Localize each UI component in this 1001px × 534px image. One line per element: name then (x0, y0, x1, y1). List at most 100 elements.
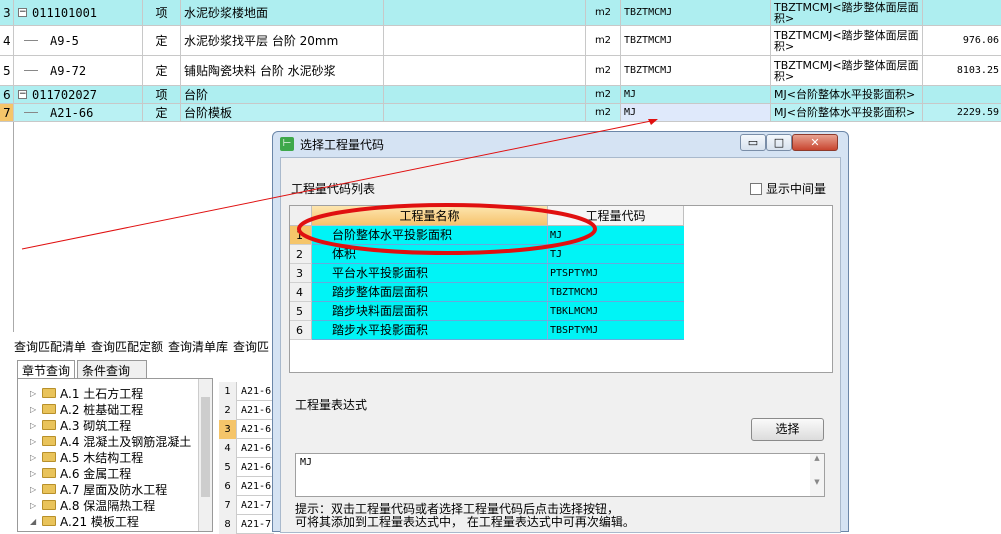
row-index: 5 (290, 302, 312, 321)
scrollbar-thumb[interactable] (201, 397, 210, 497)
row-code-cell: −011101001 (14, 0, 143, 25)
tree-item[interactable]: ▷ A.8 保温隔热工程 (30, 497, 155, 513)
table-row[interactable]: 6 −011702027 项 台阶 m2 MJ MJ<台阶整体水平投影面积> (0, 86, 1001, 104)
expand-icon[interactable]: ▷ (30, 501, 42, 510)
list-item[interactable]: 1 A21-6 (219, 382, 274, 401)
expression-input[interactable]: MJ ▲ ▼ (295, 453, 825, 497)
quota-code: A21-6 (241, 386, 272, 397)
table-row[interactable]: 4 踏步整体面层面积 TBZTMCMJ (290, 283, 684, 302)
row-qty-code[interactable]: MJ (621, 104, 771, 121)
expand-icon[interactable]: ▷ (30, 421, 42, 430)
tree-scrollbar[interactable] (198, 379, 212, 531)
row-index: 4 (219, 439, 237, 458)
tab-chapter-query[interactable]: 章节查询 (17, 360, 75, 379)
row-type: 定 (143, 104, 181, 121)
list-item[interactable]: 7 A21-7 (219, 496, 274, 515)
tree-item[interactable]: ▷ A.2 桩基础工程 (30, 401, 143, 417)
maximize-button[interactable]: □ (766, 134, 792, 151)
dialog-titlebar[interactable]: ⊢ 选择工程量代码 ▭ □ ✕ (273, 132, 848, 156)
table-row[interactable]: 4 A9-5 定 水泥砂浆找平层 台阶 20mm m2 TBZTMCMJ TBZ… (0, 26, 1001, 56)
header-qty-name[interactable]: 工程量名称 (312, 206, 548, 226)
list-item[interactable]: 4 A21-6 (219, 439, 274, 458)
scroll-up-icon[interactable]: ▲ (810, 454, 824, 462)
tree-connector (24, 40, 38, 41)
checkbox-icon[interactable] (750, 182, 762, 195)
qty-code: TBSPTYMJ (548, 321, 684, 340)
tree-item[interactable]: ▷ A.6 金属工程 (30, 465, 131, 481)
pane-divider (13, 122, 14, 332)
header-qty-code[interactable]: 工程量代码 (548, 206, 684, 226)
qty-code: MJ (548, 226, 684, 245)
collapse-icon[interactable]: − (18, 90, 27, 99)
row-index: 4 (0, 26, 14, 55)
table-row[interactable]: 5 A9-72 定 铺贴陶瓷块料 台阶 水泥砂浆 m2 TBZTMCMJ TBZ… (0, 56, 1001, 86)
tree-item-label: A.6 金属工程 (60, 466, 132, 481)
show-middle-checkbox[interactable]: 显示中间量 (750, 180, 826, 197)
tab-match-bill[interactable]: 查询匹配清单 (14, 340, 86, 354)
list-item[interactable]: 2 A21-6 (219, 401, 274, 420)
expand-icon[interactable]: ▷ (30, 389, 42, 398)
quota-code: A21-6 (241, 481, 272, 492)
select-button[interactable]: 选择 (751, 418, 824, 441)
expand-icon[interactable]: ▷ (30, 453, 42, 462)
tree-item-label: A.5 木结构工程 (60, 450, 144, 465)
tree-item[interactable]: ▷ A.4 混凝土及钢筋混凝土 (30, 433, 191, 449)
list-item[interactable]: 8 A21-7 (219, 515, 274, 534)
qty-name: 平台水平投影面积 (312, 264, 548, 283)
table-row[interactable]: 3 −011101001 项 水泥砂浆楼地面 m2 TBZTMCMJ TBZTM… (0, 0, 1001, 26)
list-item[interactable]: 5 A21-6 (219, 458, 274, 477)
row-qty-code: MJ (621, 86, 771, 103)
folder-icon (42, 420, 56, 430)
tree-item-label: A.4 混凝土及钢筋混凝土 (60, 434, 192, 449)
row-unit: m2 (586, 56, 621, 85)
table-row[interactable]: 1 台阶整体水平投影面积 MJ (290, 226, 684, 245)
row-index: 3 (290, 264, 312, 283)
tree-item-label: A.21 模板工程 (60, 514, 139, 529)
tab-match-quota[interactable]: 查询匹配定额 (91, 340, 163, 354)
row-code: 011702027 (32, 87, 98, 102)
tree-item[interactable]: ▷ A.7 屋面及防水工程 (30, 481, 167, 497)
tree-item[interactable]: ◢ A.21 模板工程 (30, 513, 139, 529)
table-row[interactable]: 2 体积 TJ (290, 245, 684, 264)
row-code: A9-72 (50, 63, 87, 78)
tab-bill-library[interactable]: 查询清单库 (168, 340, 228, 354)
row-code-cell: A21-66 (14, 104, 143, 121)
tab-query-more[interactable]: 查询匹 (233, 340, 269, 354)
list-item[interactable]: 3 A21-6 (219, 420, 274, 439)
row-type: 定 (143, 56, 181, 85)
folder-open-icon (42, 516, 56, 526)
tab-condition-query[interactable]: 条件查询 (77, 360, 147, 379)
expand-icon[interactable]: ▷ (30, 405, 42, 414)
table-row[interactable]: 5 踏步块料面层面积 TBKLMCMJ (290, 302, 684, 321)
close-button[interactable]: ✕ (792, 134, 838, 151)
row-unit: m2 (586, 26, 621, 55)
collapse-triangle-icon[interactable]: ◢ (30, 517, 42, 526)
row-qty-code: TBZTMCMJ (621, 26, 771, 55)
tree-item[interactable]: ▷ A.1 土石方工程 (30, 385, 143, 401)
table-row[interactable]: 6 踏步水平投影面积 TBSPTYMJ (290, 321, 684, 340)
minimize-button[interactable]: ▭ (740, 134, 766, 151)
tree-item[interactable]: ▷ A.5 木结构工程 (30, 449, 143, 465)
qty-name: 台阶整体水平投影面积 (312, 226, 548, 245)
tree-item[interactable]: ▷ A.3 砌筑工程 (30, 417, 131, 433)
expand-icon[interactable]: ▷ (30, 469, 42, 478)
table-row[interactable]: 7 A21-66 定 台阶模板 m2 MJ MJ<台阶整体水平投影面积> 222… (0, 104, 1001, 122)
expression-value: MJ (300, 457, 313, 468)
row-qty-code: TBZTMCMJ (621, 56, 771, 85)
expression-scrollbar[interactable]: ▲ ▼ (810, 454, 824, 496)
row-index: 8 (219, 515, 237, 534)
tree-item-label: A.7 屋面及防水工程 (60, 482, 168, 497)
select-qty-code-dialog: ⊢ 选择工程量代码 ▭ □ ✕ 工程量代码列表 显示中间量 工程量名称 工程量代… (272, 131, 849, 533)
list-item[interactable]: 6 A21-6 (219, 477, 274, 496)
row-code: A9-5 (50, 33, 79, 48)
row-name: 铺贴陶瓷块料 台阶 水泥砂浆 (181, 56, 384, 85)
row-name: 水泥砂浆找平层 台阶 20mm (181, 26, 384, 55)
scroll-down-icon[interactable]: ▼ (810, 478, 824, 486)
collapse-icon[interactable]: − (18, 8, 27, 17)
row-feature (384, 0, 586, 25)
expand-icon[interactable]: ▷ (30, 437, 42, 446)
table-row[interactable]: 3 平台水平投影面积 PTSPTYMJ (290, 264, 684, 283)
row-index: 4 (290, 283, 312, 302)
expand-icon[interactable]: ▷ (30, 485, 42, 494)
row-index: 6 (219, 477, 237, 496)
